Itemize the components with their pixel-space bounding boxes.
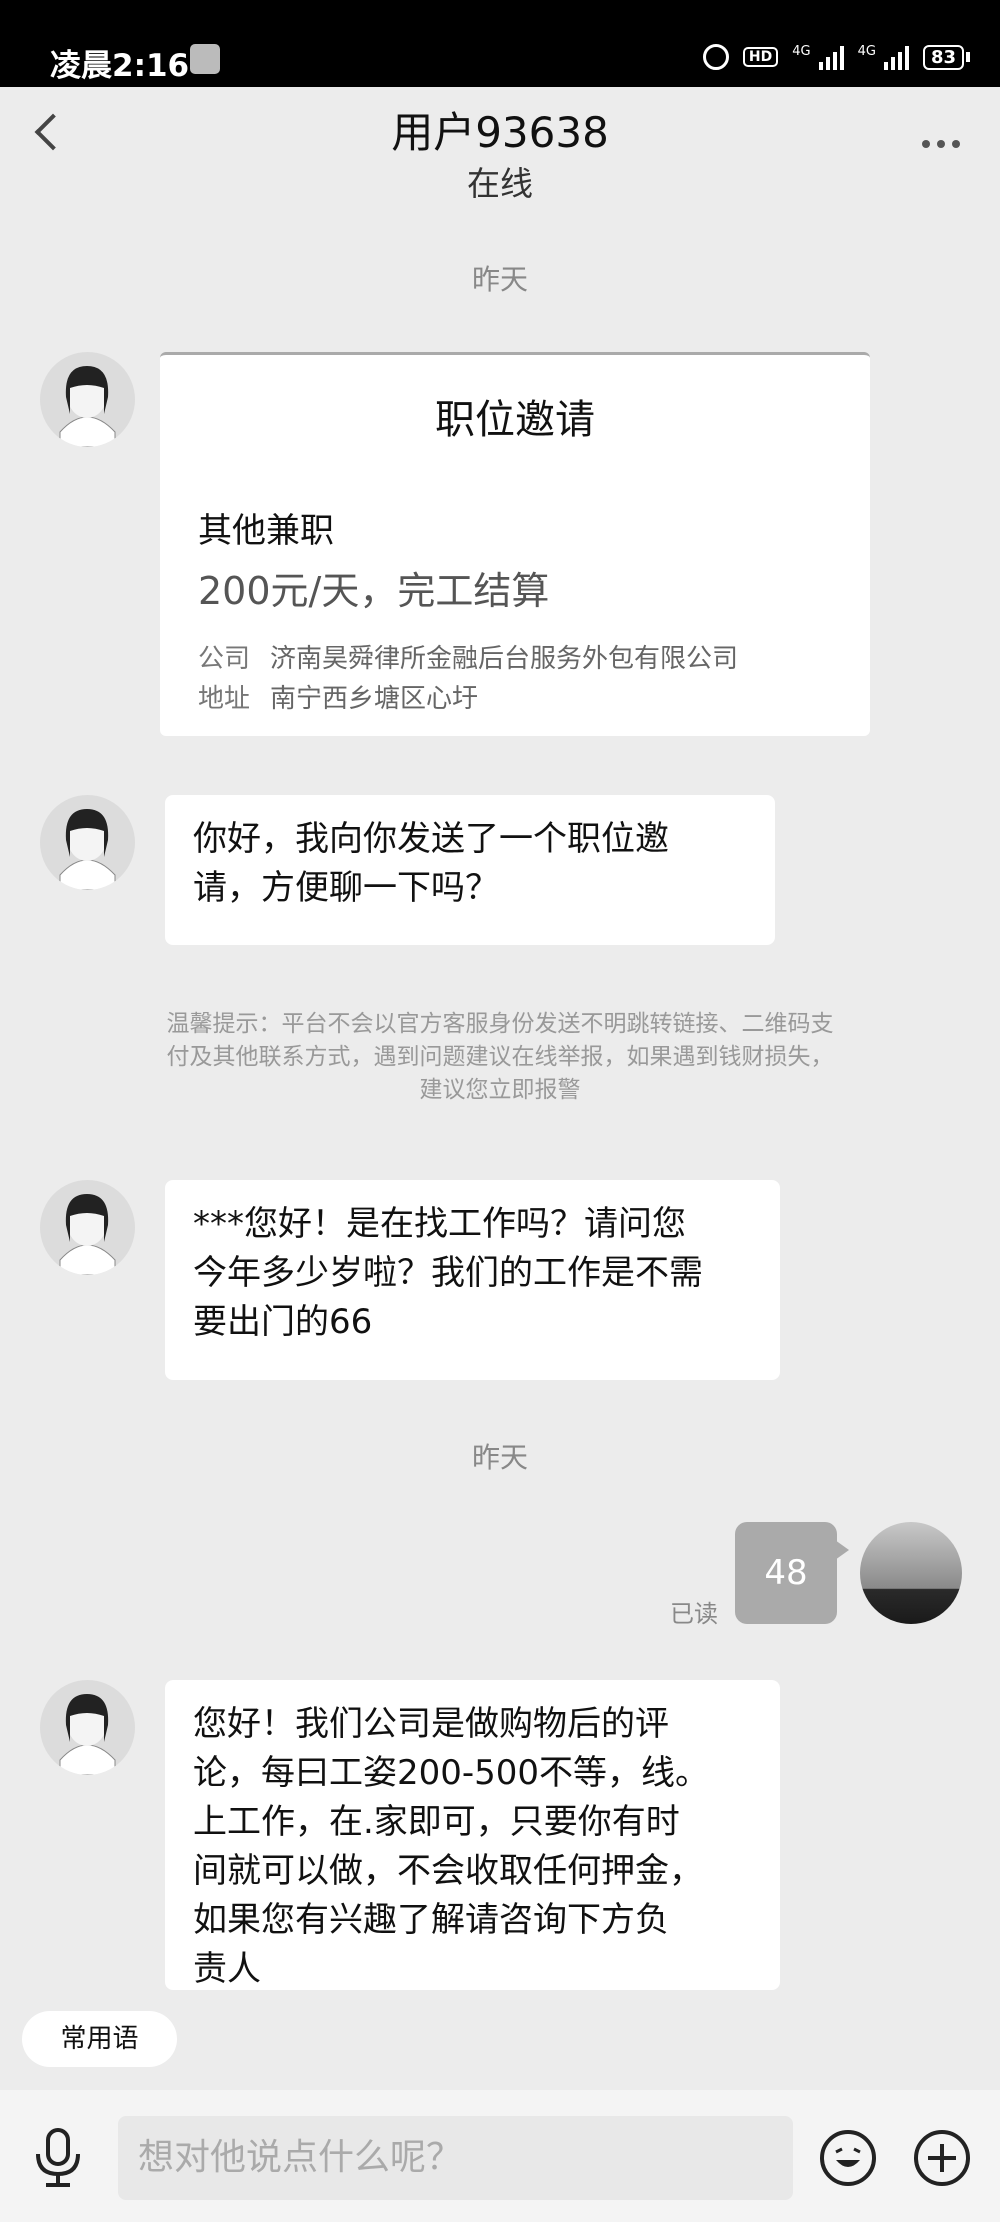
message-line: 要出门的66: [193, 1302, 373, 1342]
emoji-icon[interactable]: [820, 2130, 876, 2186]
message-line: 您好！我们公司是做购物后的评: [193, 1704, 669, 1744]
message-input[interactable]: 想对他说点什么呢？: [118, 2116, 793, 2200]
alarm-icon: [702, 44, 729, 70]
address-row: 地址 南宁西乡塘区心圩: [198, 678, 478, 715]
read-status: 已读: [670, 1600, 718, 1628]
message-line: 责人: [193, 1949, 261, 1989]
network-type-1: 4G: [792, 44, 811, 59]
hd-badge: HD: [742, 47, 779, 67]
quick-phrases-button[interactable]: 常用语: [22, 2011, 177, 2067]
message-line: 请，方便聊一下吗？: [193, 868, 499, 908]
status-time: 凌晨2:16: [50, 48, 190, 84]
signal-icon: [818, 44, 844, 70]
plus-icon[interactable]: [914, 2130, 970, 2186]
safety-notice: 温馨提示：平台不会以官方客服身份发送不明跳转链接、二维码支付及其他联系方式，遇到…: [166, 1011, 834, 1103]
app-notification-icon: [190, 44, 220, 74]
battery-tip: [966, 52, 970, 62]
address-value: 南宁西乡塘区心圩: [270, 684, 479, 714]
job-name: 其他兼职: [198, 511, 334, 551]
card-title: 职位邀请: [435, 397, 595, 443]
message-clip: 您好！我们公司是做购物后的评 论，每曰工姿200-500不等，线。 上工作，在.…: [165, 1680, 780, 1990]
message-line: 上工作，在.家即可，只要你有时: [193, 1802, 680, 1842]
company-row: 公司 济南昊舜律所金融后台服务外包有限公司: [198, 638, 738, 675]
message-bubble[interactable]: ***您好！是在找工作吗？请问您 今年多少岁啦？我们的工作是不需 要出门的66: [165, 1180, 780, 1380]
company-label: 公司: [198, 644, 251, 674]
my-message-bubble[interactable]: 48: [735, 1522, 837, 1624]
message-bubble[interactable]: 你好，我向你发送了一个职位邀 请，方便聊一下吗？: [165, 795, 775, 945]
message-line: 你好，我向你发送了一个职位邀: [193, 819, 669, 859]
message-line: ***您好！是在找工作吗？请问您: [193, 1204, 686, 1244]
bubble-tail: [835, 1540, 849, 1560]
message-line: 间就可以做，不会收取任何押金，: [193, 1851, 703, 1891]
network-type-2: 4G: [857, 44, 876, 59]
avatar[interactable]: [40, 1680, 135, 1775]
job-pay: 200元/天，完工结算: [198, 569, 550, 613]
signal-icon: [883, 44, 909, 70]
online-status: 在线: [467, 164, 533, 203]
more-dots-icon[interactable]: [922, 140, 960, 148]
input-bar: 想对他说点什么呢？: [0, 2090, 1000, 2222]
job-invitation-card[interactable]: 职位邀请 其他兼职 200元/天，完工结算 公司 济南昊舜律所金融后台服务外包有限…: [160, 352, 870, 736]
chat-header: 用户93638 在线: [0, 87, 1000, 207]
my-avatar[interactable]: [860, 1522, 962, 1624]
status-bar: 凌晨2:16 HD 4G 4G 83: [0, 0, 1000, 87]
message-bubble[interactable]: 您好！我们公司是做购物后的评 论，每曰工姿200-500不等，线。 上工作，在.…: [165, 1680, 780, 1990]
avatar[interactable]: [40, 352, 135, 447]
microphone-icon[interactable]: [30, 2128, 86, 2192]
battery-icon: 83: [922, 44, 964, 70]
company-value: 济南昊舜律所金融后台服务外包有限公司: [270, 644, 739, 674]
message-line: 论，每曰工姿200-500不等，线。: [193, 1753, 710, 1793]
date-label: 昨天: [471, 263, 528, 296]
chat-title: 用户93638: [391, 108, 609, 157]
message-line: 今年多少岁啦？我们的工作是不需: [193, 1253, 703, 1293]
avatar[interactable]: [40, 795, 135, 890]
avatar[interactable]: [40, 1180, 135, 1275]
status-icons: HD 4G 4G 83: [702, 44, 970, 70]
date-label: 昨天: [471, 1441, 528, 1474]
message-line: 如果您有兴趣了解请咨询下方负: [193, 1900, 669, 1940]
address-label: 地址: [198, 684, 251, 714]
